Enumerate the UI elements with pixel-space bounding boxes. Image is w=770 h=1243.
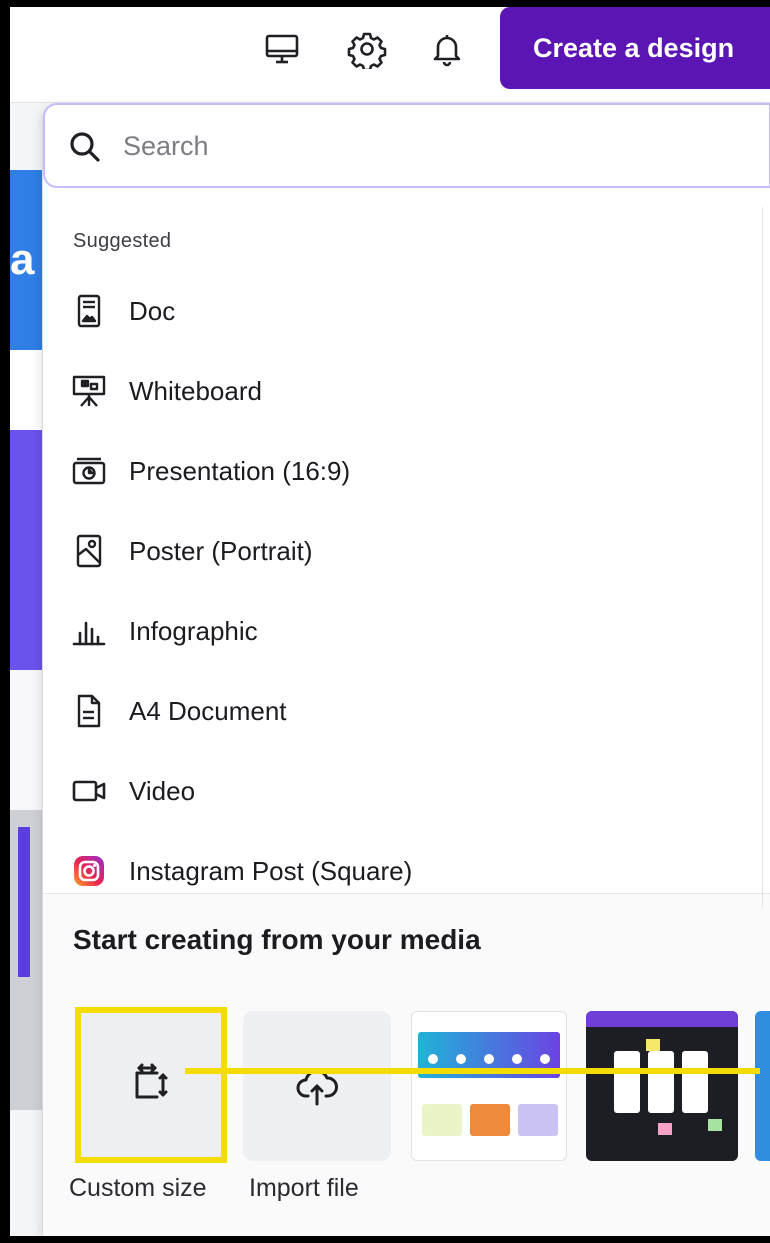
thumbnail-card [518, 1104, 558, 1136]
presentation-icon [71, 453, 107, 489]
poster-icon [71, 533, 107, 569]
background-accent [18, 827, 30, 977]
media-thumbnail[interactable] [755, 1011, 770, 1161]
suggested-item-poster[interactable]: Poster (Portrait) [43, 511, 770, 591]
custom-size-tile[interactable] [75, 1007, 227, 1163]
whiteboard-icon [71, 373, 107, 409]
import-file-tile[interactable] [243, 1011, 391, 1161]
media-thumbnail[interactable] [411, 1011, 567, 1161]
thumbnail-dots [428, 1054, 550, 1064]
suggested-item-label: A4 Document [129, 695, 287, 726]
thumbnail-sticky [658, 1123, 672, 1135]
background-section [10, 670, 42, 810]
suggested-item-presentation[interactable]: Presentation (16:9) [43, 431, 770, 511]
thumbnail-sticky [646, 1039, 660, 1051]
media-thumbnail[interactable] [586, 1011, 738, 1161]
bell-icon[interactable] [425, 27, 469, 71]
search-box[interactable] [43, 103, 770, 188]
doc-icon [71, 293, 107, 329]
media-section: Start creating from your media Custom si… [43, 893, 770, 1236]
suggested-item-label: Presentation (16:9) [129, 455, 351, 486]
background-text: a [10, 235, 35, 284]
suggested-item-infographic[interactable]: Infographic [43, 591, 770, 671]
background-divider [762, 207, 770, 907]
background-section [10, 350, 42, 430]
thumbnail-page [614, 1051, 640, 1113]
create-design-dropdown: Suggested Doc [42, 103, 770, 1236]
section-label-suggested: Suggested [73, 230, 172, 252]
thumbnail-card [422, 1104, 462, 1136]
import-file-label: Import file [249, 1174, 359, 1202]
document-icon [71, 693, 107, 729]
create-design-button[interactable]: Create a design [500, 7, 770, 89]
infographic-icon [71, 613, 107, 649]
suggested-item-video[interactable]: Video [43, 751, 770, 831]
instagram-icon [71, 853, 107, 889]
suggested-item-whiteboard[interactable]: Whiteboard [43, 351, 770, 431]
suggested-item-label: Whiteboard [129, 375, 262, 406]
suggested-item-label: Doc [129, 295, 176, 326]
thumbnail-page [648, 1051, 674, 1113]
suggested-item-label: Infographic [129, 615, 258, 646]
suggested-item-label: Instagram Post (Square) [129, 855, 413, 886]
highlight-connector [185, 1068, 760, 1074]
suggested-item-a4-document[interactable]: A4 Document [43, 671, 770, 751]
search-icon [70, 132, 100, 162]
media-section-title: Start creating from your media [73, 924, 481, 955]
thumbnail-sticky [708, 1119, 722, 1131]
top-bar: Create a design [10, 7, 770, 103]
thumbnail-card [470, 1104, 510, 1136]
video-icon [71, 773, 107, 809]
suggested-item-doc[interactable]: Doc [43, 271, 770, 351]
gear-icon[interactable] [345, 27, 389, 71]
search-input[interactable] [123, 123, 683, 169]
custom-size-icon [135, 1063, 168, 1099]
thumbnail-header [586, 1011, 738, 1027]
thumbnail-page [682, 1051, 708, 1113]
custom-size-label: Custom size [69, 1174, 207, 1202]
desktop-icon[interactable] [260, 27, 304, 71]
suggested-item-label: Video [129, 775, 196, 806]
suggested-item-label: Poster (Portrait) [129, 535, 313, 566]
app-window: a Create a design Search Suggested Doc W… [10, 7, 770, 1236]
background-banner [10, 430, 42, 670]
